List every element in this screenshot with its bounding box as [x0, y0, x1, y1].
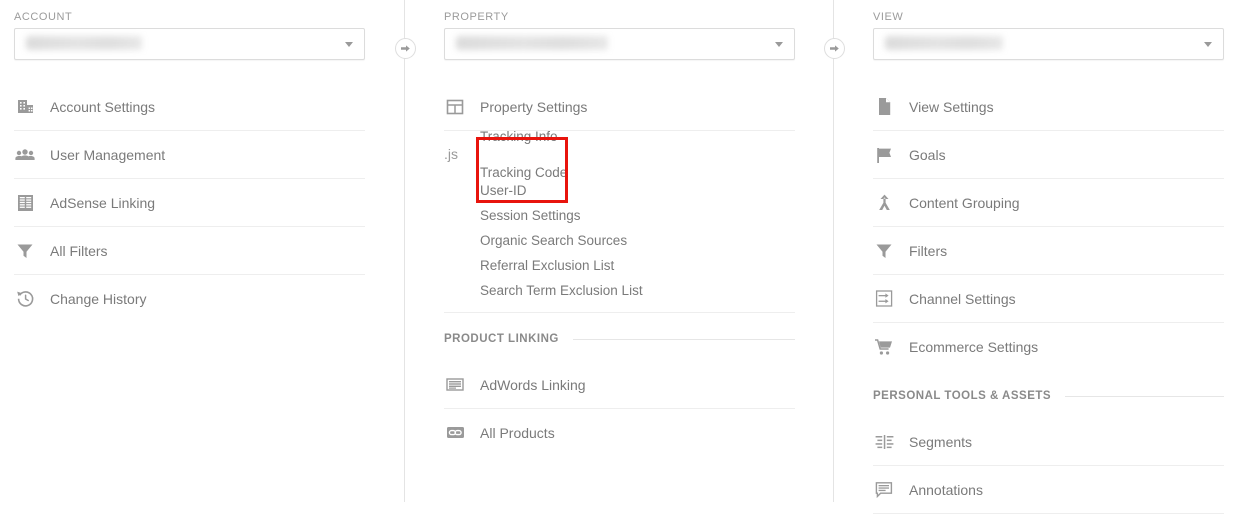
- view-menu-item-label: View Settings: [909, 100, 994, 114]
- property-menu-item-organic-search-sources[interactable]: Organic Search Sources: [444, 228, 795, 253]
- building-icon: [14, 96, 36, 118]
- property-menu-item-tracking-info[interactable]: Tracking Info: [480, 124, 567, 149]
- personal-tools-section-header: PERSONAL TOOLS & ASSETS: [873, 374, 1224, 418]
- funnel-icon: [14, 240, 36, 262]
- view-select[interactable]: [873, 28, 1224, 60]
- section-header-rule: [1065, 396, 1224, 397]
- view-menu-item-label: Goals: [909, 148, 946, 162]
- account-menu: Account Settings User Management: [14, 83, 365, 322]
- funnel-icon: [873, 240, 895, 262]
- content-grouping-icon: [873, 192, 895, 214]
- property-select[interactable]: [444, 28, 795, 60]
- view-menu-item-channel-settings[interactable]: Channel Settings: [873, 275, 1224, 323]
- view-menu: View Settings Goals Co: [873, 83, 1224, 514]
- view-menu-item-segments[interactable]: Segments: [873, 418, 1224, 466]
- property-menu-item-adwords-linking[interactable]: AdWords Linking: [444, 361, 795, 409]
- property-menu-item-all-products[interactable]: All Products: [444, 409, 795, 456]
- account-menu-item-all-filters[interactable]: All Filters: [14, 227, 365, 275]
- property-menu: Property Settings .js Tracking Info Trac…: [444, 83, 795, 456]
- property-tracking-links: Tracking Info Tracking Code: [480, 124, 567, 185]
- property-menu-item-search-term-exclusion-list[interactable]: Search Term Exclusion List: [444, 278, 795, 303]
- cart-icon: [873, 336, 895, 358]
- view-menu-item-ecommerce-settings[interactable]: Ecommerce Settings: [873, 323, 1224, 370]
- view-menu-item-label: Content Grouping: [909, 196, 1020, 210]
- property-tracking-subitems: User-ID Session Settings Organic Search …: [444, 178, 795, 313]
- account-menu-item-label: Change History: [50, 292, 147, 306]
- property-tracking-group: .js Tracking Info Tracking Code: [444, 131, 795, 178]
- section-header-label: PERSONAL TOOLS & ASSETS: [873, 390, 1051, 402]
- chevron-down-icon: [345, 42, 353, 47]
- chevron-down-icon: [1204, 42, 1212, 47]
- view-column-label: VIEW: [873, 0, 1224, 28]
- adsense-icon: [14, 192, 36, 214]
- segments-icon: [873, 431, 895, 453]
- view-menu-item-label: Channel Settings: [909, 292, 1016, 306]
- property-select-value: [456, 36, 608, 50]
- property-menu-item-label: Property Settings: [480, 100, 587, 114]
- property-menu-item-referral-exclusion-list[interactable]: Referral Exclusion List: [444, 253, 795, 278]
- account-menu-item-label: Account Settings: [50, 100, 155, 114]
- account-menu-item-user-management[interactable]: User Management: [14, 131, 365, 179]
- account-property-divider: [404, 0, 405, 502]
- account-select[interactable]: [14, 28, 365, 60]
- property-column: PROPERTY Property Settings .js: [444, 0, 795, 502]
- annotations-icon: [873, 479, 895, 501]
- property-icon: [444, 96, 466, 118]
- admin-panel: ACCOUNT Account Settings: [0, 0, 1233, 502]
- account-menu-item-label: All Filters: [50, 244, 108, 258]
- product-linking-section-header: PRODUCT LINKING: [444, 317, 795, 361]
- section-header-label: PRODUCT LINKING: [444, 333, 559, 345]
- chevron-down-icon: [775, 42, 783, 47]
- js-icon: .js: [444, 143, 466, 165]
- view-menu-item-label: Annotations: [909, 483, 983, 497]
- view-menu-item-label: Filters: [909, 244, 947, 258]
- property-column-label: PROPERTY: [444, 0, 795, 28]
- view-menu-item-label: Ecommerce Settings: [909, 340, 1038, 354]
- property-menu-item-tracking-code[interactable]: Tracking Code: [480, 160, 567, 185]
- account-menu-item-adsense-linking[interactable]: AdSense Linking: [14, 179, 365, 227]
- view-select-value: [885, 36, 1003, 50]
- account-menu-item-label: AdSense Linking: [50, 196, 155, 210]
- view-menu-item-label: Segments: [909, 435, 972, 449]
- view-menu-item-goals[interactable]: Goals: [873, 131, 1224, 179]
- account-select-value: [26, 36, 142, 50]
- property-view-divider: [833, 0, 834, 502]
- view-menu-item-content-grouping[interactable]: Content Grouping: [873, 179, 1224, 227]
- account-column-label: ACCOUNT: [14, 0, 365, 28]
- account-column: ACCOUNT Account Settings: [14, 0, 365, 502]
- history-icon: [14, 288, 36, 310]
- account-menu-item-account-settings[interactable]: Account Settings: [14, 83, 365, 131]
- people-icon: [14, 144, 36, 166]
- view-menu-item-filters[interactable]: Filters: [873, 227, 1224, 275]
- channel-icon: [873, 288, 895, 310]
- arrow-right-icon-account-to-property[interactable]: [395, 38, 416, 59]
- document-icon: [873, 96, 895, 118]
- property-menu-item-session-settings[interactable]: Session Settings: [444, 203, 795, 228]
- section-header-rule: [573, 339, 795, 340]
- account-menu-item-label: User Management: [50, 148, 165, 162]
- view-column: VIEW View Settings: [873, 0, 1224, 502]
- account-menu-item-change-history[interactable]: Change History: [14, 275, 365, 322]
- view-menu-item-annotations[interactable]: Annotations: [873, 466, 1224, 514]
- arrow-right-icon-property-to-view[interactable]: [824, 38, 845, 59]
- property-menu-item-label: All Products: [480, 426, 555, 440]
- adwords-icon: [444, 374, 466, 396]
- js-icon-text: .js: [444, 146, 458, 162]
- view-menu-item-view-settings[interactable]: View Settings: [873, 83, 1224, 131]
- link-icon: [444, 422, 466, 444]
- flag-icon: [873, 144, 895, 166]
- property-menu-item-label: AdWords Linking: [480, 378, 586, 392]
